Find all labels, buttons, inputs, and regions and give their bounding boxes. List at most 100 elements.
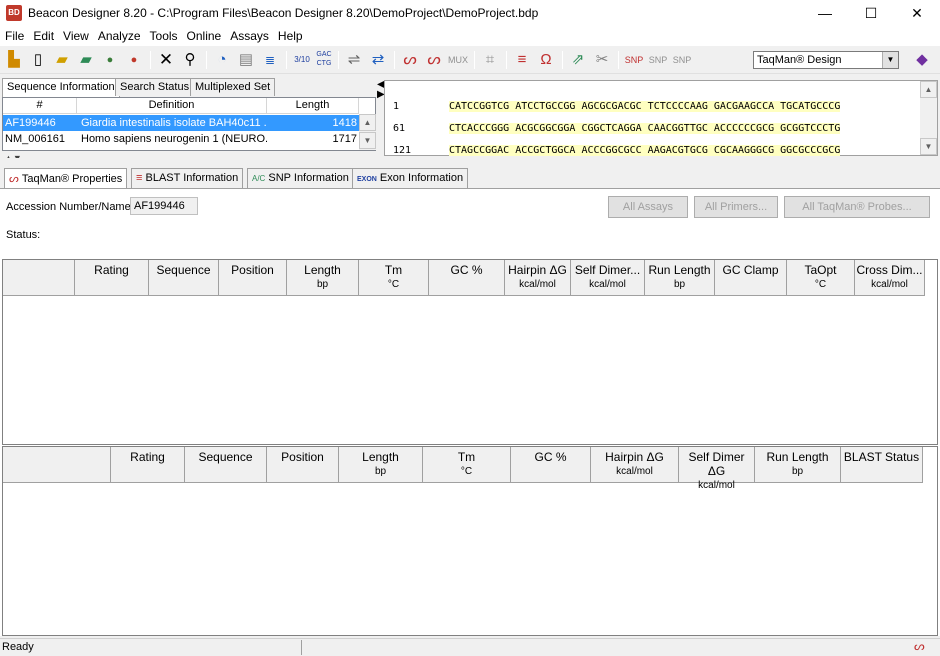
grid-icon[interactable]: ⌗ — [480, 50, 500, 70]
snp-icon[interactable]: ● — [124, 50, 144, 70]
close-button[interactable]: ✕ — [894, 0, 940, 26]
grid-column-header[interactable]: Tm °C — [423, 447, 511, 483]
scroll-up-icon[interactable]: ▲ — [359, 114, 376, 131]
grid-column-header[interactable]: GC Clamp — [715, 260, 787, 296]
taqman-probe-icon[interactable]: ◔ — [212, 50, 232, 70]
list-item[interactable]: NM_006161 Homo sapiens neurogenin 1 (NEU… — [3, 131, 359, 147]
grid-column-header[interactable]: Self Dimer... kcal/mol — [571, 260, 645, 296]
notepad-icon[interactable]: ▤ — [236, 50, 256, 70]
chevron-down-icon[interactable]: ▼ — [882, 52, 898, 68]
menu-edit[interactable]: Edit — [28, 26, 58, 43]
delete-icon[interactable]: ✕ — [156, 50, 176, 70]
grid-column-header[interactable]: Tm °C — [359, 260, 429, 296]
assay-type-select[interactable]: TaqMan® Design ▼ — [753, 51, 899, 69]
grid-column-header[interactable]: Run Length bp — [645, 260, 715, 296]
snp-add-icon[interactable]: SNP — [624, 50, 644, 70]
tab-multiplexed-set[interactable]: Multiplexed Set — [190, 78, 276, 96]
column-unit: bp — [316, 279, 329, 290]
menu-help[interactable]: Help — [273, 26, 307, 43]
grid-column-header[interactable]: GC % — [429, 260, 505, 296]
menu-analyze[interactable]: Analyze — [93, 26, 145, 43]
book-icon[interactable]: ◆ — [912, 50, 932, 70]
grid-column-header[interactable]: Run Length bp — [755, 447, 841, 483]
tab-snp-information[interactable]: A/C SNP Information — [247, 168, 354, 188]
probe-icon[interactable]: ᔕ — [400, 50, 420, 70]
mux-icon[interactable]: MUX — [448, 50, 468, 70]
probe-alt-icon[interactable]: ᔕ — [424, 50, 444, 70]
grid-column-header[interactable]: GC % — [511, 447, 591, 483]
minimize-button[interactable]: — — [802, 0, 848, 26]
column-header-definition[interactable]: Definition — [77, 98, 267, 114]
snp-remove-icon[interactable]: SNP — [648, 50, 668, 70]
sequence-icon[interactable]: ≣ — [260, 50, 280, 70]
maximize-button[interactable]: ☐ — [848, 0, 894, 26]
column-title: Tm — [457, 450, 476, 464]
pair-icon[interactable]: ⇗ — [568, 50, 588, 70]
column-title: BLAST Status — [843, 450, 920, 464]
grid-column-header[interactable]: TaOpt °C — [787, 260, 855, 296]
align-icon[interactable]: ⇌ — [344, 50, 364, 70]
menu-assays[interactable]: Assays — [225, 26, 273, 43]
grid-column-header[interactable]: Position — [219, 260, 287, 296]
column-title: Position — [231, 263, 274, 277]
count-icon[interactable]: 3/10 — [292, 50, 312, 70]
grid-column-header[interactable]: Rating — [111, 447, 185, 483]
primer-grid[interactable]: Rating Sequence Position Length bp Tm °C GC % Ha… — [2, 259, 938, 445]
column-unit: bp — [673, 279, 686, 290]
genbank-icon[interactable]: ● — [100, 50, 120, 70]
grid-column-header[interactable]: Self Dimer ΔG kcal/mol — [679, 447, 755, 491]
list-scrollbar[interactable]: ▲ ▼ — [359, 114, 376, 150]
column-header-length[interactable]: Length — [267, 98, 359, 114]
grid-column-header[interactable]: Rating — [75, 260, 149, 296]
scroll-down-icon[interactable]: ▼ — [359, 132, 376, 149]
exon-icon[interactable]: ✂ — [592, 50, 612, 70]
grid-column-header[interactable]: Sequence — [149, 260, 219, 296]
blast-icon[interactable]: ≡ — [512, 50, 532, 70]
grid-column-header[interactable]: Length bp — [339, 447, 423, 483]
tab-sequence-information[interactable]: Sequence Information — [2, 78, 120, 97]
menu-tools[interactable]: Tools — [145, 26, 182, 43]
tab-search-status[interactable]: Search Status — [115, 78, 195, 96]
swap-icon[interactable]: ⇄ — [368, 50, 388, 70]
column-title: Tm — [384, 263, 403, 277]
grid-column-header[interactable]: Length bp — [287, 260, 359, 296]
grid-column-header[interactable]: BLAST Status — [841, 447, 923, 483]
snp-check-icon[interactable]: SNP — [672, 50, 692, 70]
menu-view[interactable]: View — [58, 26, 93, 43]
grid-column-header[interactable]: Position — [267, 447, 339, 483]
grid-column-header[interactable]: Hairpin ΔG kcal/mol — [591, 447, 679, 483]
open-project-icon[interactable]: ▰ — [52, 50, 72, 70]
tab-blast-information[interactable]: ≡ BLAST Information — [131, 168, 244, 188]
tab-exon-information[interactable]: EXON Exon Information — [352, 168, 469, 188]
probe-grid[interactable]: Rating Sequence Position Length bp Tm °C GC % Ha… — [2, 446, 938, 636]
grid-column-header[interactable]: Cross Dim... kcal/mol — [855, 260, 925, 296]
scroll-down-icon[interactable]: ▼ — [920, 138, 937, 155]
grid-column-header[interactable] — [3, 447, 111, 483]
list-item[interactable]: AF199446 Giardia intestinalis isolate BA… — [3, 115, 359, 131]
gac-ctg-icon[interactable]: GAC CTG — [314, 50, 334, 70]
panel-splitter[interactable] — [0, 158, 940, 166]
primer-icon[interactable]: Ω — [536, 50, 556, 70]
menu-file[interactable]: File — [0, 26, 28, 43]
grid-column-header[interactable] — [3, 260, 75, 296]
save-project-icon[interactable]: ▰ — [76, 50, 96, 70]
accession-field[interactable]: AF199446 — [130, 197, 198, 215]
find-icon[interactable]: ⚲ — [180, 50, 200, 70]
all-probes-button[interactable]: All TaqMan® Probes... — [784, 196, 930, 218]
sequence-viewer[interactable]: 1 CATCCGGTCG ATCCTGCCGG AGCGCGACGC TCTCCC… — [384, 80, 938, 156]
tab-taqman-properties[interactable]: ᔕ TaqMan® Properties — [4, 168, 128, 188]
taqman-properties-panel: Accession Number/Name: AF199446 Status: … — [0, 188, 940, 636]
toolbar-separator — [206, 51, 207, 69]
all-assays-button[interactable]: All Assays — [608, 196, 688, 218]
grid-column-header[interactable]: Sequence — [185, 447, 267, 483]
scroll-up-icon[interactable]: ▲ — [920, 81, 937, 98]
menu-online[interactable]: Online — [182, 26, 226, 43]
grid-column-header[interactable]: Hairpin ΔG kcal/mol — [505, 260, 571, 296]
open-folder-icon[interactable]: ▙ — [4, 50, 24, 70]
all-primers-button[interactable]: All Primers... — [694, 196, 778, 218]
new-file-icon[interactable]: ▯ — [28, 50, 48, 70]
viewer-scrollbar[interactable]: ▲ ▼ — [920, 81, 937, 155]
column-header-number[interactable]: # — [3, 98, 77, 114]
toolbar-separator — [286, 51, 287, 69]
column-title: GC % — [450, 263, 483, 277]
